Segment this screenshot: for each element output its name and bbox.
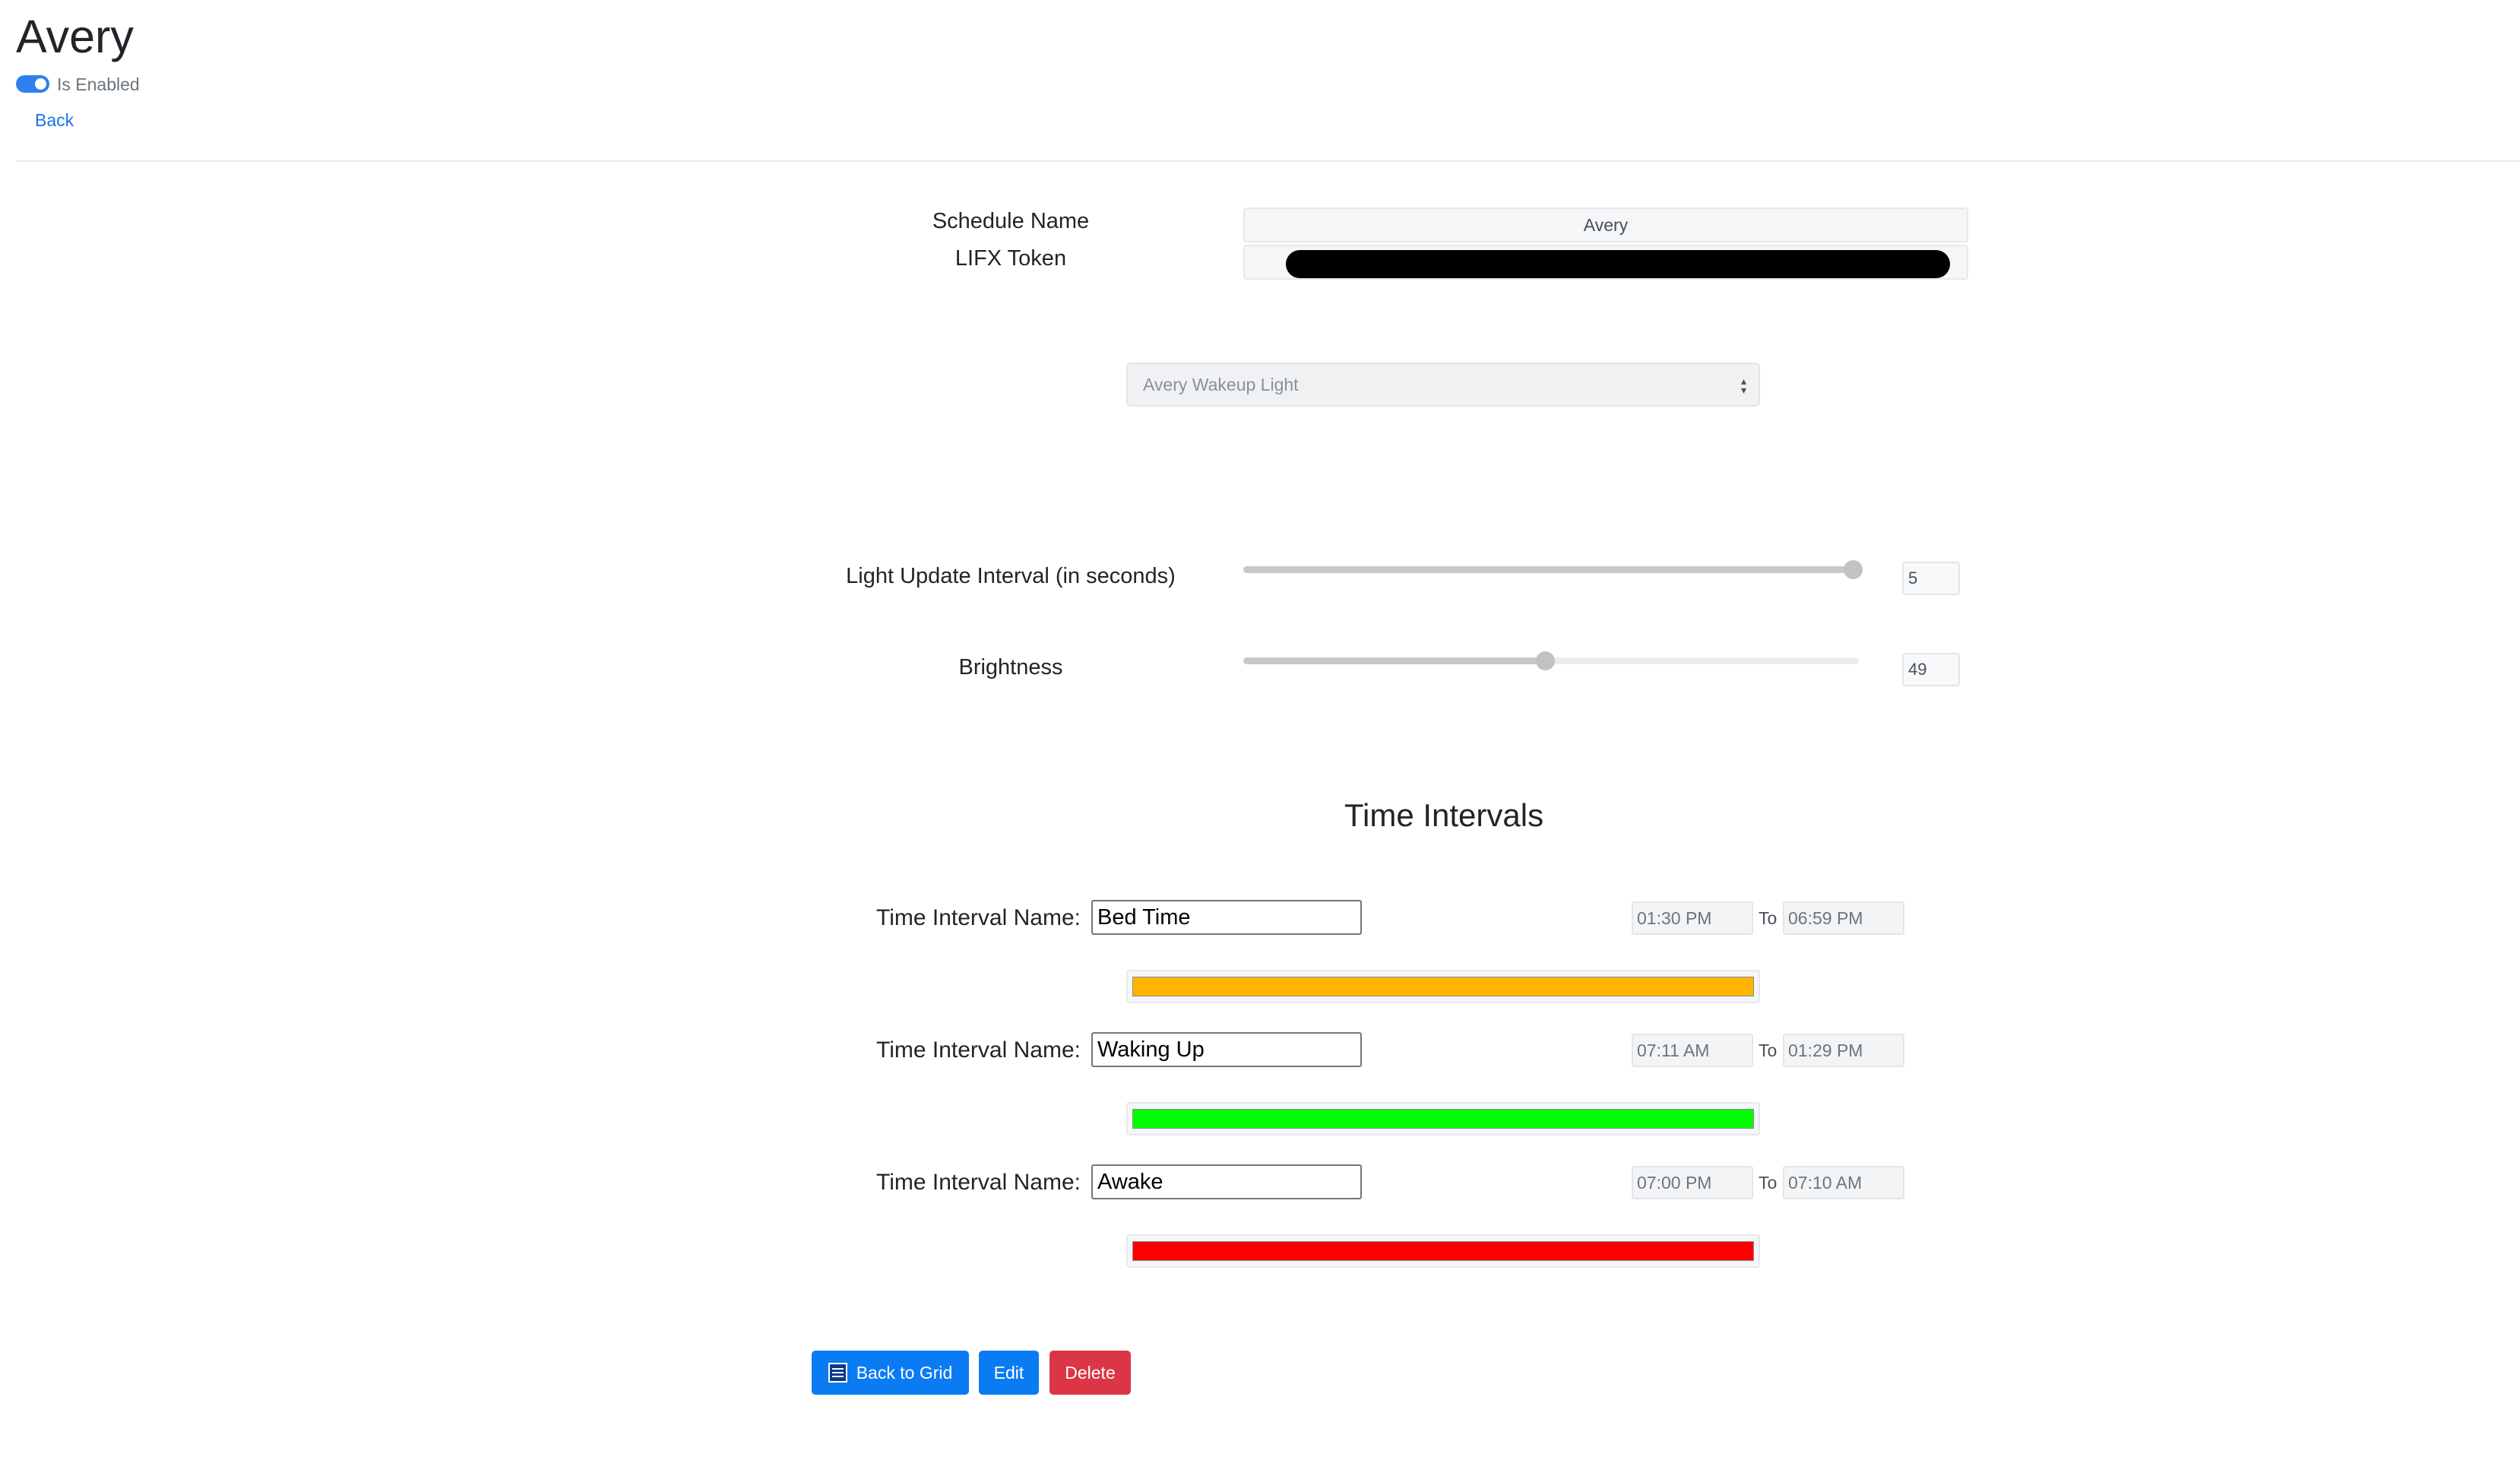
- grid-icon: [828, 1363, 847, 1383]
- brightness-slider-fill: [1243, 657, 1545, 664]
- brightness-label: Brightness: [958, 655, 1063, 679]
- light-select-value: Avery Wakeup Light: [1143, 374, 1299, 394]
- time-interval-name-input[interactable]: Bed Time: [1091, 900, 1362, 935]
- update-interval-slider[interactable]: [1243, 560, 1863, 579]
- brightness-slider-thumb[interactable]: [1535, 651, 1555, 670]
- enabled-toggle[interactable]: [16, 75, 49, 93]
- lifx-token-field[interactable]: [1243, 245, 1968, 280]
- time-intervals-title: Time Intervals: [1344, 797, 1544, 833]
- back-to-grid-label: Back to Grid: [856, 1362, 953, 1383]
- update-interval-slider-fill: [1243, 566, 1853, 573]
- update-interval-slider-thumb[interactable]: [1843, 560, 1863, 579]
- delete-button[interactable]: Delete: [1049, 1351, 1131, 1395]
- time-interval-end-input[interactable]: 07:10 AM: [1783, 1166, 1904, 1199]
- time-interval-start-input[interactable]: 07:11 AM: [1632, 1034, 1753, 1067]
- time-interval-to-label: To: [1759, 908, 1778, 928]
- time-interval-color-swatch: [1132, 977, 1754, 996]
- time-interval-color-swatch: [1132, 1241, 1754, 1261]
- time-interval-color-swatch: [1132, 1109, 1754, 1129]
- time-interval-name-label: Time Interval Name:: [876, 1037, 1081, 1063]
- time-interval-color-picker[interactable]: [1126, 1102, 1760, 1136]
- lifx-token-label: LIFX Token: [954, 246, 1067, 271]
- time-interval-color-picker[interactable]: [1126, 970, 1760, 1003]
- time-interval-end-input[interactable]: 06:59 PM: [1783, 901, 1904, 935]
- brightness-slider[interactable]: [1243, 651, 1859, 670]
- edit-button[interactable]: Edit: [979, 1351, 1039, 1395]
- schedule-name-field[interactable]: Avery: [1243, 207, 1968, 242]
- header-divider: [16, 160, 2520, 162]
- enabled-toggle-label: Is Enabled: [57, 74, 140, 94]
- time-interval-name-label: Time Interval Name:: [876, 905, 1081, 930]
- light-select[interactable]: Avery Wakeup Light ▴ ▾: [1126, 363, 1760, 407]
- time-interval-to-label: To: [1759, 1173, 1778, 1193]
- time-interval-start-input[interactable]: 01:30 PM: [1632, 901, 1753, 935]
- back-link[interactable]: Back: [35, 109, 74, 131]
- schedule-name-label: Schedule Name: [932, 209, 1090, 233]
- time-interval-name-input[interactable]: Awake: [1091, 1164, 1362, 1199]
- brightness-input[interactable]: 49: [1902, 653, 1960, 686]
- time-interval-name-input[interactable]: Waking Up: [1091, 1032, 1362, 1067]
- redaction-mark: [1286, 250, 1950, 278]
- update-interval-input[interactable]: 5: [1902, 562, 1960, 595]
- toggle-knob: [35, 78, 46, 90]
- time-interval-start-input[interactable]: 07:00 PM: [1632, 1166, 1753, 1199]
- page-title: Avery: [16, 11, 134, 62]
- update-interval-label: Light Update Interval (in seconds): [846, 564, 1176, 588]
- time-interval-to-label: To: [1759, 1041, 1778, 1060]
- time-interval-end-input[interactable]: 01:29 PM: [1783, 1034, 1904, 1067]
- time-interval-name-label: Time Interval Name:: [876, 1170, 1081, 1195]
- select-caret-icon: ▴ ▾: [1740, 375, 1746, 396]
- back-to-grid-button[interactable]: Back to Grid: [812, 1351, 969, 1395]
- time-interval-color-picker[interactable]: [1126, 1234, 1760, 1268]
